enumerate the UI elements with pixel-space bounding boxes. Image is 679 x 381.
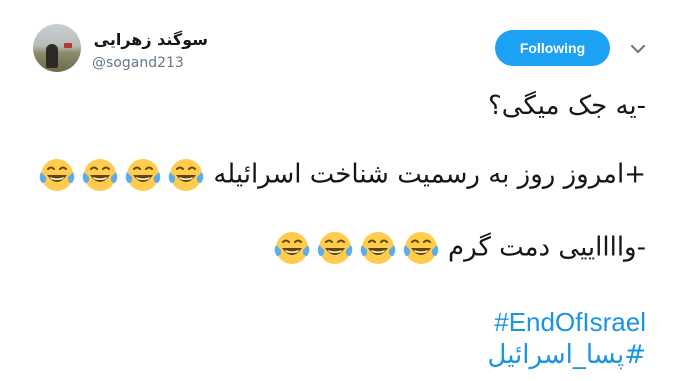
avatar[interactable] bbox=[33, 24, 81, 72]
hashtag-link[interactable]: #پسا_اسرائیل bbox=[488, 339, 647, 371]
face-with-tears-of-joy-icon bbox=[124, 156, 162, 194]
face-with-tears-of-joy-icon bbox=[167, 156, 205, 194]
tweet-text-line: +امروز روز به رسمیت شناخت اسرائیله bbox=[38, 156, 646, 194]
face-with-tears-of-joy-icon bbox=[359, 229, 397, 267]
face-with-tears-of-joy-icon bbox=[38, 156, 76, 194]
avatar-detail bbox=[64, 43, 72, 48]
chevron-down-icon[interactable] bbox=[627, 38, 649, 60]
avatar-figure bbox=[46, 44, 58, 68]
face-with-tears-of-joy-icon bbox=[316, 229, 354, 267]
author-display-name[interactable]: سوگند زهرایی bbox=[92, 30, 208, 50]
tweet-text-line: -وااااییی دمت گرم bbox=[273, 229, 646, 267]
tweet-text: +امروز روز به رسمیت شناخت اسرائیله bbox=[213, 159, 646, 190]
hashtag-link[interactable]: #EndOfIsrael bbox=[494, 306, 646, 338]
tweet-text-line: -یه جک میگی؟ bbox=[487, 91, 646, 121]
face-with-tears-of-joy-icon bbox=[402, 229, 440, 267]
emoji-group bbox=[273, 229, 440, 267]
face-with-tears-of-joy-icon bbox=[273, 229, 311, 267]
following-button[interactable]: Following bbox=[495, 30, 610, 66]
tweet-text: -وااااییی دمت گرم bbox=[448, 232, 646, 263]
face-with-tears-of-joy-icon bbox=[81, 156, 119, 194]
emoji-group bbox=[38, 156, 205, 194]
tweet-card: سوگند زهرایی @sogand213 Following -یه جک… bbox=[0, 0, 679, 381]
author-handle[interactable]: @sogand213 bbox=[92, 54, 184, 72]
